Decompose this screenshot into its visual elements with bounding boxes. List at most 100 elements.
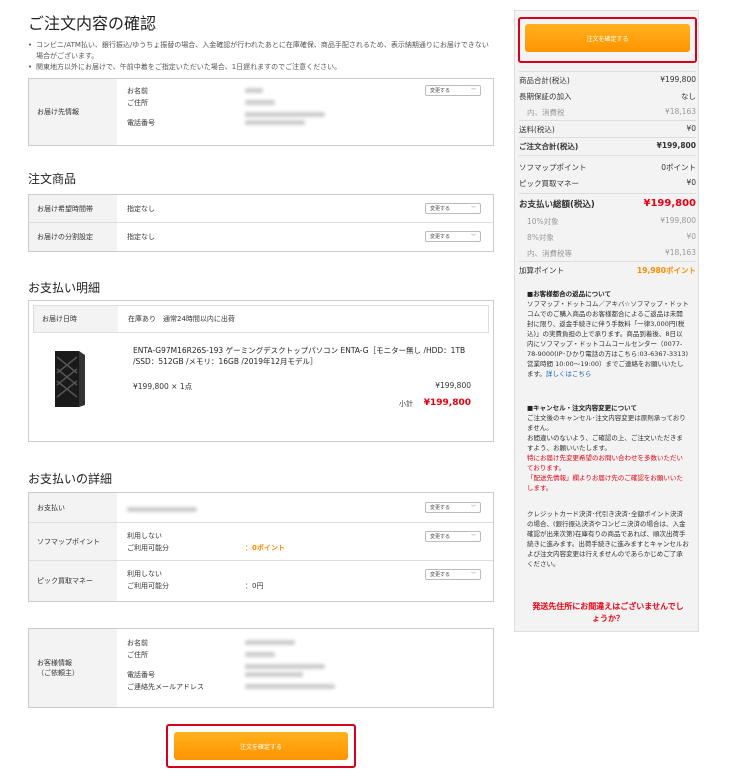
- pick-money-change-button[interactable]: 変更する ﹀: [425, 569, 481, 580]
- payment-method-label: お支払い: [29, 493, 117, 522]
- pick-money-summary-label: ピック買取マネー: [519, 179, 579, 188]
- delivery-time-change-button[interactable]: 変更する ﹀: [425, 203, 481, 214]
- tax-value: ¥18,163: [664, 107, 696, 116]
- product-name[interactable]: ENTA-G97M16R26S-193 ゲーミングデスクトップパソコン ENTA…: [133, 345, 473, 367]
- confirm-order-button-top[interactable]: 注文を確定する: [525, 24, 690, 52]
- notice-item: コンビニ/ATM払い、銀行振込/ゆうちょ振替の場合、入金確認が行われたあとに在庫…: [28, 40, 494, 62]
- items-box: お届け希望時間帯 指定なし 変更する ﹀ お届けの分割設定 指定なし 変更する ﹀: [28, 194, 494, 252]
- notice-list: コンビニ/ATM払い、銀行振込/ゆうちょ振替の場合、入金確認が行われたあとに在庫…: [28, 40, 494, 73]
- tax8-label: 8%対象: [527, 233, 554, 242]
- points-change-button[interactable]: 変更する ﹀: [425, 531, 481, 542]
- customer-email-label: ご連絡先メールアドレス: [127, 683, 204, 691]
- cancel-policy-title: ■キャンセル・注文内容変更について: [527, 404, 637, 412]
- change-label: 変更する: [430, 505, 451, 511]
- sofmap-points-value: 0ポイント: [661, 163, 696, 172]
- pick-money-available-value: 0円: [252, 582, 264, 590]
- tax10-value: ¥199,800: [660, 216, 696, 225]
- order-total-value: ¥199,800: [656, 141, 696, 150]
- customer-name-label: お名前: [127, 639, 148, 647]
- cancel-policy: ■キャンセル・注文内容変更について ご注文後のキャンセル･注文内容変更は原則承っ…: [527, 403, 689, 493]
- payment-breakdown-box: お届け日時 在庫あり 通常24時間以内に出荷 ENTA-G97M16R26S-1…: [28, 300, 494, 442]
- points-available-label: ご利用可能分: [127, 544, 169, 552]
- name-value-redacted: [245, 88, 263, 93]
- cancel-policy-warning-1: 特にお届け先変更希望のお問い合わせを多数いただいております。: [527, 454, 683, 472]
- phone-value-redacted: [245, 120, 305, 125]
- delivery-time-value: 指定なし: [127, 204, 155, 213]
- pick-money-available-label: ご利用可能分: [127, 582, 169, 590]
- change-label: 変更する: [430, 206, 451, 212]
- cancel-policy-warning-2: 「配送先情報」欄よりお届け先のご確認をお願いいたします。: [527, 474, 683, 492]
- delivery-info-box: お届け先情報 お名前 ご住所 電話番号 変更する ﹀: [28, 78, 494, 146]
- earned-points-label: 加算ポイント: [519, 266, 564, 275]
- shipping-label: 送料(税込): [519, 125, 555, 134]
- warranty-value: なし: [681, 92, 696, 101]
- items-section-title: 注文商品: [28, 172, 77, 186]
- chevron-down-icon: ﹀: [470, 206, 476, 212]
- customer-postcode-redacted: [245, 652, 275, 657]
- customer-phone-redacted: [245, 672, 303, 677]
- split-delivery-change-button[interactable]: 変更する ﹀: [425, 231, 481, 242]
- tax10-label: 10%対象: [527, 217, 559, 226]
- chevron-down-icon: ﹀: [470, 572, 476, 578]
- delivery-change-button[interactable]: 変更する ﹀: [425, 85, 481, 96]
- name-label: お名前: [127, 87, 148, 95]
- delivery-date-value: 在庫あり 通常24時間以内に出荷: [128, 315, 235, 323]
- address-value-redacted: [245, 112, 325, 117]
- sofmap-points-label: ソフマップポイント: [519, 163, 587, 172]
- change-label: 変更する: [430, 572, 451, 578]
- return-policy: ■お客様都合の返品について ソフマップ・ドットコム／アキバ☆ソフマップ・ドットコ…: [527, 289, 689, 379]
- return-policy-link[interactable]: 詳しくはこちら: [546, 370, 592, 378]
- delivery-date-label: お届け日時: [34, 306, 118, 332]
- change-label: 変更する: [430, 234, 451, 240]
- customer-address-redacted: [245, 664, 325, 669]
- tax-total-label: 内、消費税等: [527, 249, 572, 258]
- tax-label: 内、消費税: [527, 108, 565, 117]
- cancel-policy-body: ご注文後のキャンセル･注文内容変更は原則承っておりません。 お間違いのないよう、…: [527, 414, 686, 452]
- unit-price-quantity: ¥199,800 × 1点: [133, 382, 193, 391]
- customer-info-label: お客様情報 （ご依頼主）: [29, 629, 117, 707]
- split-delivery-label: お届けの分割設定: [29, 223, 117, 251]
- return-policy-body: ソフマップ・ドットコム／アキバ☆ソフマップ・ドットコムでのご購入商品のお客様都合…: [527, 300, 689, 378]
- customer-phone-label: 電話番号: [127, 671, 155, 679]
- warranty-label: 長期保証の加入: [519, 92, 572, 101]
- product-image[interactable]: [49, 343, 89, 411]
- payment-breakdown-title: お支払い明細: [28, 281, 101, 295]
- change-label: 変更する: [430, 88, 451, 94]
- customer-info-box: お客様情報 （ご依頼主） お名前 ご住所 電話番号 ご連絡先メールアドレス: [28, 628, 494, 708]
- points-label: ソフマップポイント: [29, 523, 117, 560]
- postcode-redacted: [245, 100, 275, 105]
- address-warning: 発送先住所にお間違えはございませんでしょうか？: [532, 602, 684, 623]
- chevron-down-icon: ﹀: [470, 88, 476, 94]
- chevron-down-icon: ﹀: [470, 505, 476, 511]
- customer-address-label: ご住所: [127, 651, 148, 659]
- line-total: ¥199,800: [435, 381, 471, 390]
- grand-total-label: お支払い総額(税込): [519, 200, 595, 210]
- points-use-value: 利用しない: [127, 532, 162, 540]
- subtotal-label: 小計: [399, 400, 413, 408]
- tax8-value: ¥0: [686, 232, 696, 241]
- payment-info-box: お支払い 変更する ﹀ ソフマップポイント 利用しない ご利用可能分 ：0ポイント …: [28, 492, 494, 602]
- grand-total-value: ¥199,800: [643, 198, 696, 209]
- return-policy-title: ■お客様都合の返品について: [527, 290, 611, 298]
- page-title: ご注文内容の確認: [28, 14, 157, 33]
- chevron-down-icon: ﹀: [470, 234, 476, 240]
- pick-money-use-value: 利用しない: [127, 570, 162, 578]
- product-total-label: 商品合計(税込): [519, 76, 570, 85]
- customer-name-redacted: [245, 640, 295, 645]
- points-available-value: 0ポイント: [252, 544, 285, 552]
- payment-info-title: お支払いの詳細: [28, 472, 113, 486]
- pick-money-label: ピック買取マネー: [29, 561, 117, 601]
- payment-method-change-button[interactable]: 変更する ﹀: [425, 502, 481, 513]
- pick-money-summary-value: ¥0: [686, 178, 696, 187]
- delivery-info-label: お届け先情報: [29, 79, 117, 145]
- customer-email-redacted: [245, 684, 335, 689]
- shipping-value: ¥0: [686, 124, 696, 133]
- delivery-time-label: お届け希望時間帯: [29, 195, 117, 222]
- payment-method-redacted: [127, 506, 197, 512]
- product-total-value: ¥199,800: [660, 75, 696, 84]
- phone-label: 電話番号: [127, 119, 155, 127]
- notice-item: 関東地方以外にお届けで、午前中着をご指定いただいた場合、1日遅れますのでご注意く…: [28, 62, 494, 73]
- change-label: 変更する: [430, 534, 451, 540]
- order-summary-sidebar: 注文を確定する 商品合計(税込) ¥199,800 長期保証の加入 なし 内、消費税…: [514, 10, 699, 632]
- confirm-order-button-bottom[interactable]: 注文を確定する: [174, 732, 348, 760]
